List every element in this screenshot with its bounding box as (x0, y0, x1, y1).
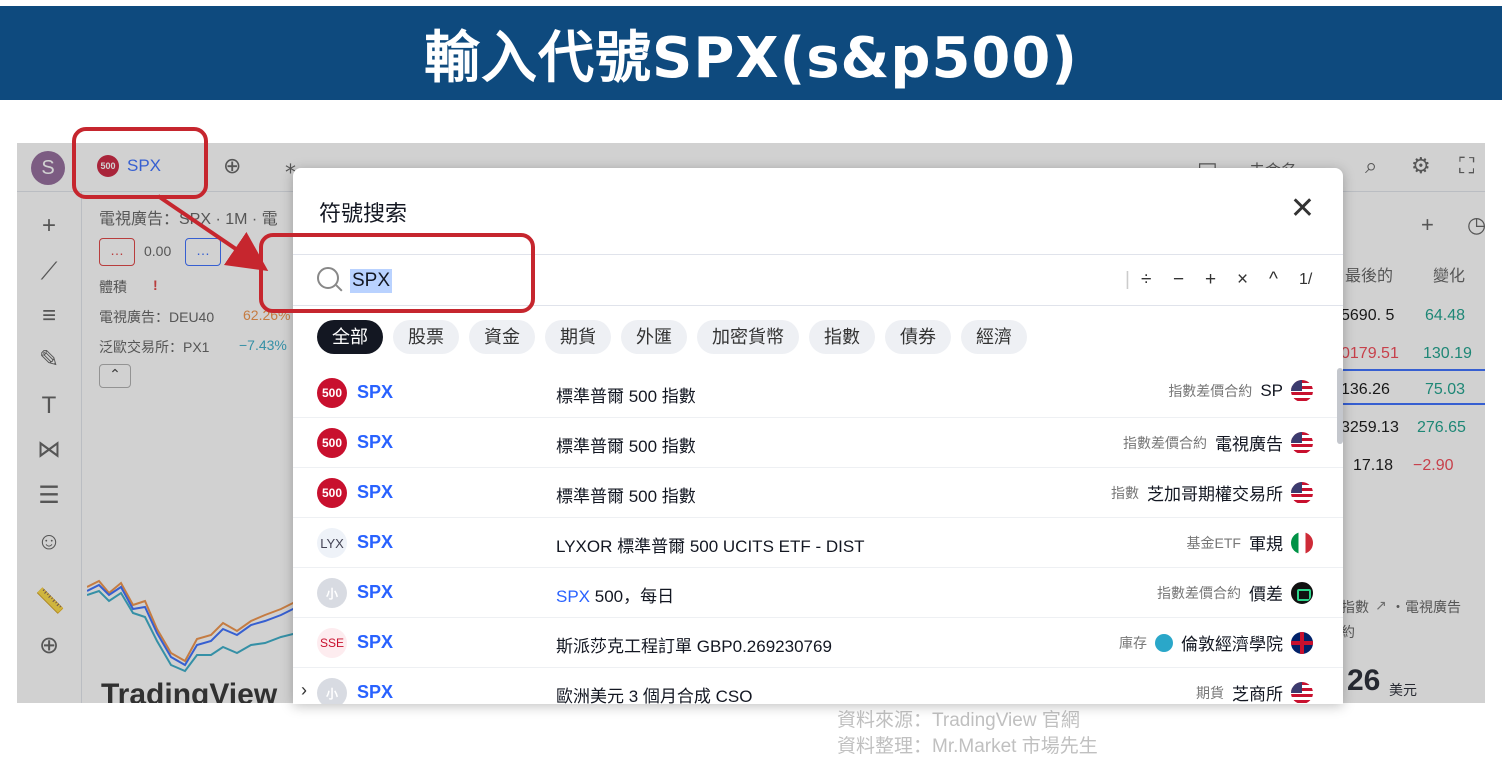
annotation-box-search (259, 233, 535, 313)
annotation-box-symbol (72, 127, 208, 199)
annotation-arrow (156, 194, 269, 272)
